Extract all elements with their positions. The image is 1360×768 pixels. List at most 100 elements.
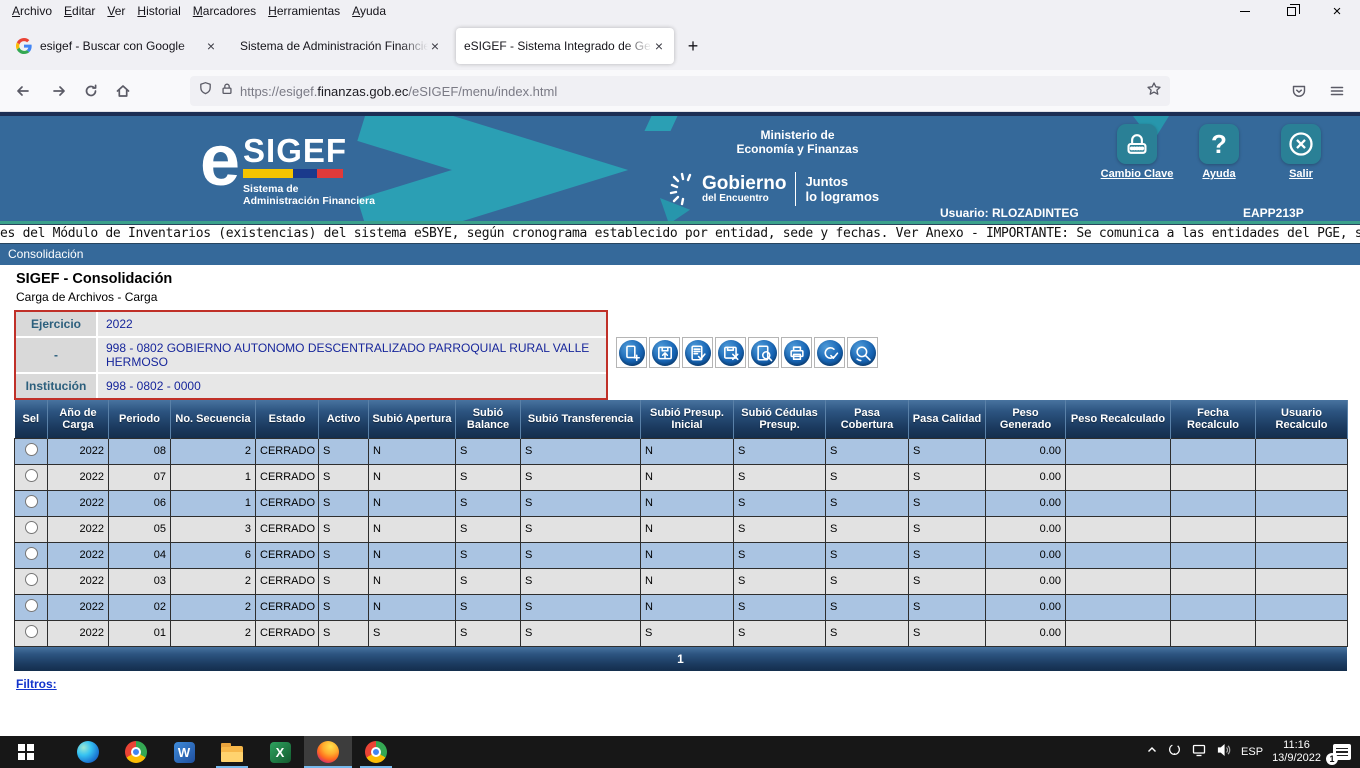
lock-icon[interactable] bbox=[220, 82, 234, 101]
table-cell bbox=[1066, 568, 1171, 594]
table-cell: 0.00 bbox=[986, 464, 1066, 490]
time-label: 11:16 bbox=[1272, 739, 1321, 752]
taskbar-start-button[interactable] bbox=[2, 736, 50, 768]
tab-close-icon[interactable]: × bbox=[652, 39, 666, 53]
table-cell: CERRADO bbox=[256, 438, 319, 464]
status-circle-icon[interactable] bbox=[1167, 742, 1182, 762]
menu-archivo[interactable]: Archivo bbox=[6, 2, 58, 20]
taskbar-word-button[interactable]: W bbox=[160, 736, 208, 768]
volume-icon[interactable] bbox=[1216, 742, 1232, 763]
pocket-icon[interactable] bbox=[1284, 76, 1314, 106]
taskbar-explorer-button[interactable] bbox=[208, 736, 256, 768]
table-cell: S bbox=[456, 516, 521, 542]
print-button[interactable] bbox=[781, 337, 812, 368]
pagination-bar[interactable]: 1 bbox=[14, 647, 1347, 671]
back-icon[interactable] bbox=[8, 76, 38, 106]
form-value-0: 2022 bbox=[98, 312, 606, 336]
shield-icon[interactable] bbox=[198, 81, 213, 101]
menu-ayuda[interactable]: Ayuda bbox=[346, 2, 392, 20]
filters-link[interactable]: Filtros: bbox=[16, 677, 57, 691]
restore-icon[interactable] bbox=[1268, 0, 1314, 22]
notification-center-icon[interactable]: 1 bbox=[1330, 740, 1354, 764]
column-header: Subió Balance bbox=[456, 400, 521, 438]
preview-document-button[interactable] bbox=[748, 337, 779, 368]
salir-button[interactable]: Salir bbox=[1268, 124, 1334, 180]
taskbar-edge-button[interactable] bbox=[64, 736, 112, 768]
bookmark-star-icon[interactable] bbox=[1146, 81, 1162, 102]
tab-title: Sistema de Administración Financie bbox=[240, 39, 428, 53]
column-header: Subió Transferencia bbox=[521, 400, 641, 438]
tab-bar: esigef - Buscar con Google×Sistema de Ad… bbox=[0, 22, 1360, 70]
table-cell: S bbox=[319, 464, 369, 490]
table-cell: S bbox=[521, 594, 641, 620]
table-cell: S bbox=[909, 516, 986, 542]
taskbar-chrome-button[interactable] bbox=[112, 736, 160, 768]
menu-marcadores[interactable]: Marcadores bbox=[187, 2, 262, 20]
table-cell: 2022 bbox=[48, 438, 109, 464]
table-cell: N bbox=[369, 542, 456, 568]
forward-icon[interactable] bbox=[44, 76, 74, 106]
edge-icon bbox=[77, 741, 99, 763]
row-select-radio[interactable] bbox=[25, 625, 38, 638]
taskbar-excel-button[interactable]: X bbox=[256, 736, 304, 768]
minimize-icon[interactable] bbox=[1222, 0, 1268, 22]
table-row: 2022071CERRADOSNSSNSSS0.00 bbox=[15, 464, 1348, 490]
row-select-radio[interactable] bbox=[25, 469, 38, 482]
delete-record-button[interactable] bbox=[715, 337, 746, 368]
approve-c-button[interactable] bbox=[814, 337, 845, 368]
ayuda-button[interactable]: ? Ayuda bbox=[1186, 124, 1252, 180]
new-tab-button[interactable]: + bbox=[680, 33, 706, 59]
gobierno-logo: Gobierno del Encuentro Juntos lo logramo… bbox=[668, 171, 879, 207]
column-header: Subió Presup. Inicial bbox=[641, 400, 734, 438]
table-cell: S bbox=[521, 516, 641, 542]
chevron-up-icon[interactable] bbox=[1146, 743, 1158, 761]
menu-editar[interactable]: Editar bbox=[58, 2, 101, 20]
taskbar-firefox-button[interactable] bbox=[304, 736, 352, 768]
close-icon[interactable]: × bbox=[1314, 0, 1360, 22]
table-row: 2022046CERRADOSNSSNSSS0.00 bbox=[15, 542, 1348, 568]
menu-ver[interactable]: Ver bbox=[101, 2, 131, 20]
browser-tab-2[interactable]: Sistema de Administración Financie× bbox=[232, 28, 450, 64]
terminal-label: EAPP213P bbox=[1243, 206, 1304, 220]
form-label-1: - bbox=[16, 338, 96, 372]
menu-herramientas[interactable]: Herramientas bbox=[262, 2, 346, 20]
row-select-radio[interactable] bbox=[25, 495, 38, 508]
navigation-toolbar: https://esigef.finanzas.gob.ec/eSIGEF/me… bbox=[0, 70, 1360, 112]
row-select-radio[interactable] bbox=[25, 443, 38, 456]
new-document-button[interactable] bbox=[616, 337, 647, 368]
table-cell: 08 bbox=[109, 438, 171, 464]
row-select-radio[interactable] bbox=[25, 599, 38, 612]
language-indicator[interactable]: ESP bbox=[1241, 746, 1263, 758]
search-all-button[interactable] bbox=[847, 337, 878, 368]
table-cell bbox=[1171, 594, 1256, 620]
cambio-clave-button[interactable]: Cambio Clave bbox=[1104, 124, 1170, 180]
tab-close-icon[interactable]: × bbox=[204, 39, 218, 53]
table-cell bbox=[1066, 490, 1171, 516]
save-upload-button[interactable] bbox=[649, 337, 680, 368]
tab-close-icon[interactable]: × bbox=[428, 39, 442, 53]
table-cell: CERRADO bbox=[256, 490, 319, 516]
reload-icon[interactable] bbox=[76, 76, 106, 106]
home-icon[interactable] bbox=[108, 76, 138, 106]
main-content: SIGEF - Consolidación Carga de Archivos … bbox=[0, 265, 1360, 736]
table-cell: 0.00 bbox=[986, 594, 1066, 620]
row-select-radio[interactable] bbox=[25, 573, 38, 586]
print-icon bbox=[784, 340, 810, 366]
clock[interactable]: 11:16 13/9/2022 bbox=[1272, 739, 1321, 765]
browser-tab-1[interactable]: esigef - Buscar con Google× bbox=[8, 28, 226, 64]
table-cell: S bbox=[319, 542, 369, 568]
menu-hamburger-icon[interactable] bbox=[1322, 76, 1352, 106]
url-bar[interactable]: https://esigef.finanzas.gob.ec/eSIGEF/me… bbox=[190, 76, 1170, 106]
row-select-radio[interactable] bbox=[25, 521, 38, 534]
table-cell: 02 bbox=[109, 594, 171, 620]
table-cell: S bbox=[734, 620, 826, 646]
browser-tab-3[interactable]: eSIGEF - Sistema Integrado de Gesti× bbox=[456, 28, 674, 64]
taskbar-chrome-button[interactable] bbox=[352, 736, 400, 768]
menu-historial[interactable]: Historial bbox=[131, 2, 186, 20]
validate-form-button[interactable] bbox=[682, 337, 713, 368]
row-select-radio[interactable] bbox=[25, 547, 38, 560]
table-cell: 0.00 bbox=[986, 516, 1066, 542]
table-cell bbox=[1171, 568, 1256, 594]
network-icon[interactable] bbox=[1191, 742, 1207, 763]
context-form: Ejercicio2022-998 - 0802 GOBIERNO AUTONO… bbox=[14, 310, 608, 400]
